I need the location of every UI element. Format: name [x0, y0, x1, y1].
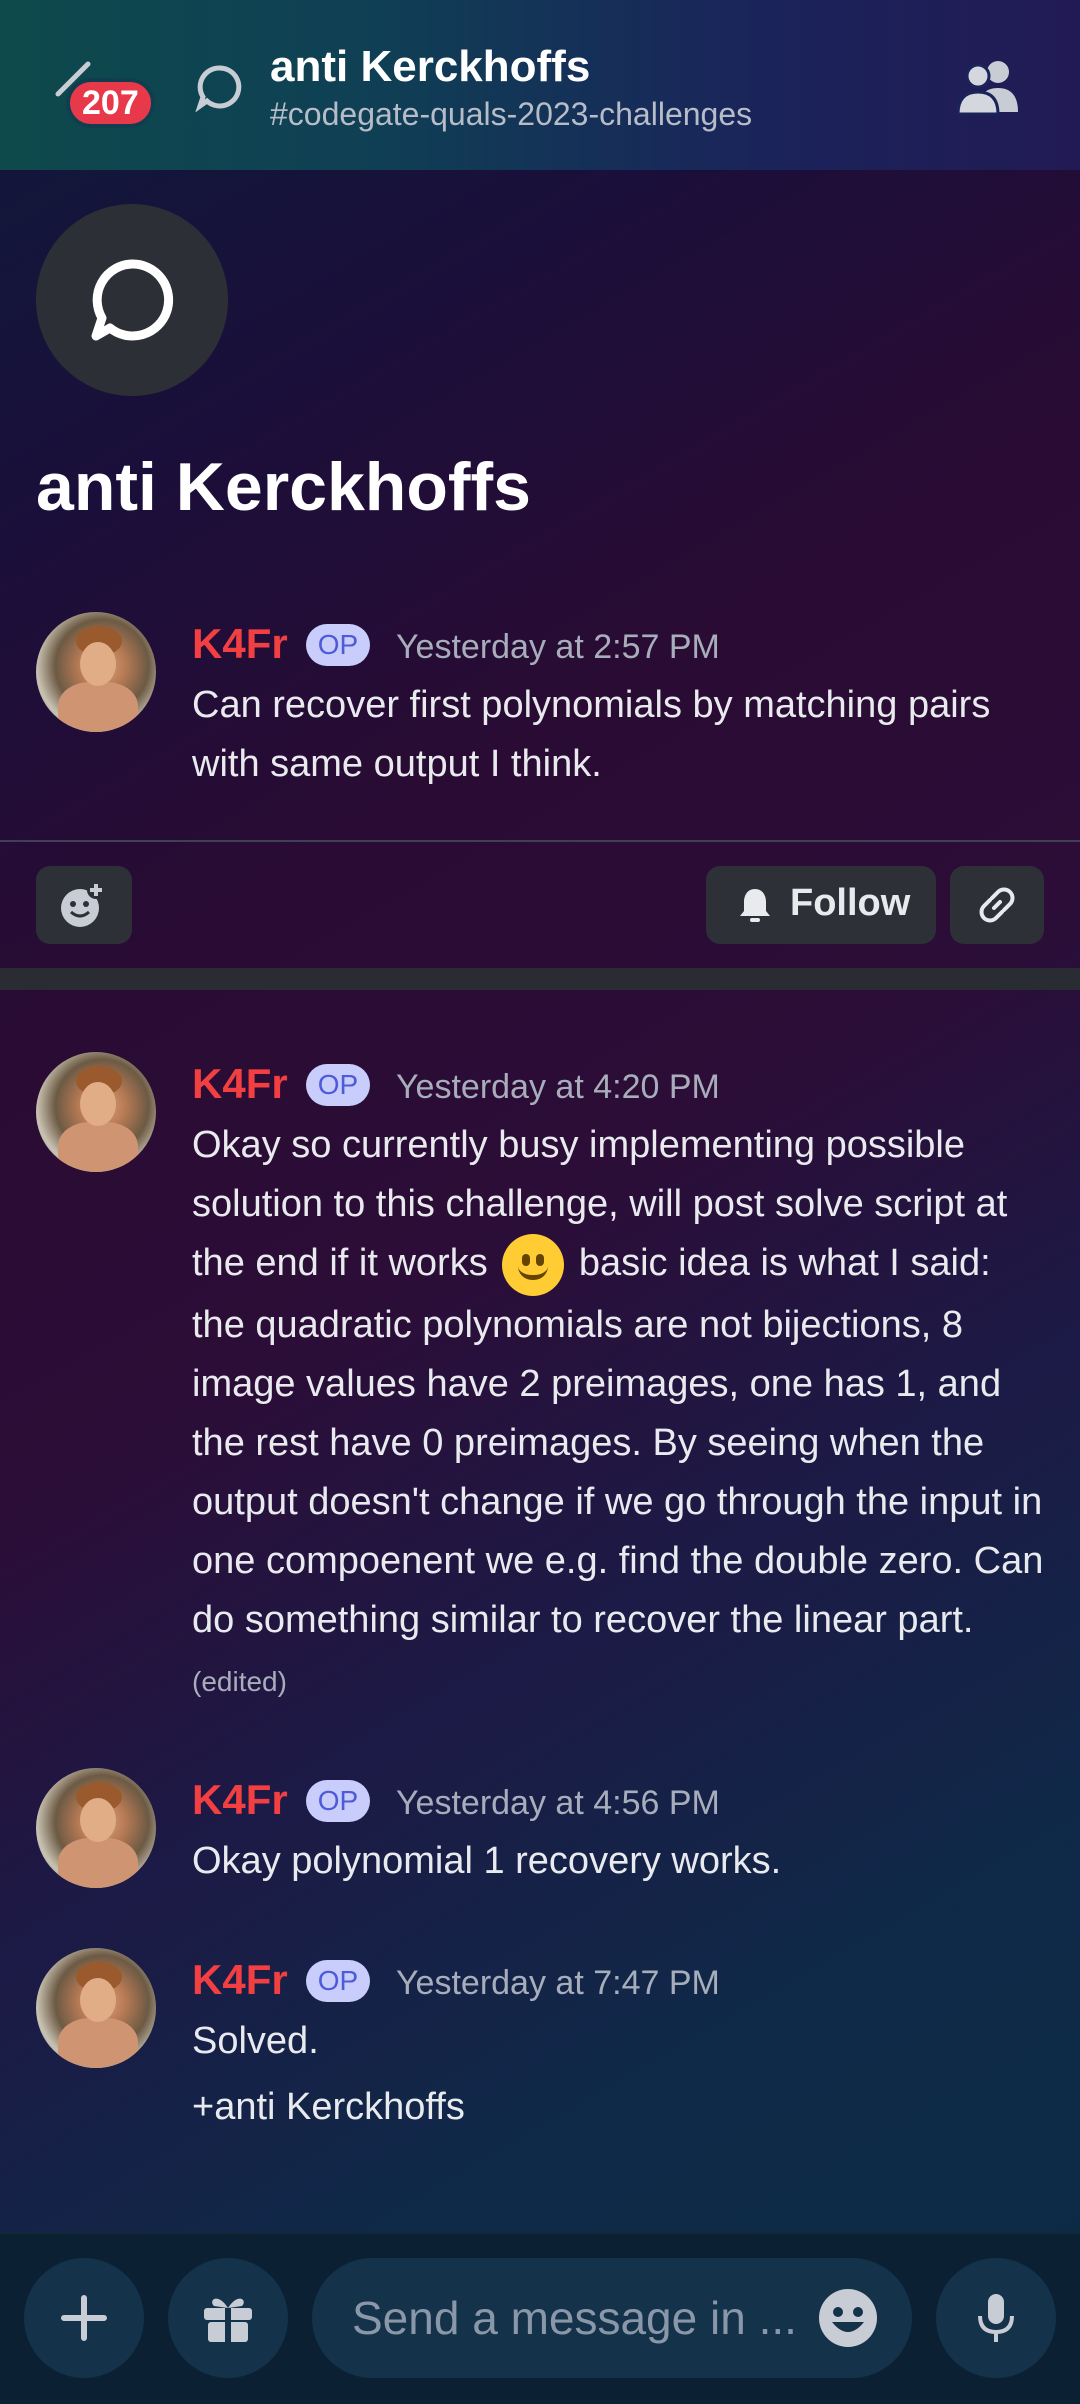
plus-icon — [61, 2295, 107, 2341]
thread-icon — [195, 65, 242, 112]
message-timestamp: Yesterday at 7:47 PM — [396, 1964, 720, 2002]
emoji-picker-icon[interactable] — [816, 2286, 880, 2350]
slightly-smiling-face-emoji — [502, 1234, 565, 1296]
top-bar: 207 anti Kerckhoffs #codegate-quals-2023… — [0, 0, 1080, 170]
message-text: Solved. — [192, 2020, 319, 2062]
voice-message-button[interactable] — [936, 2258, 1056, 2378]
op-tag: OP — [306, 1064, 370, 1106]
channel-name[interactable]: #codegate-quals-2023-challenges — [270, 96, 752, 133]
op-tag: OP — [306, 1780, 370, 1822]
message-text: Okay polynomial 1 recovery works. — [192, 1840, 782, 1882]
message-text-part: basic idea is what I said: the quadratic… — [192, 1242, 1044, 1641]
members-icon[interactable] — [954, 56, 1024, 116]
bell-icon — [740, 889, 770, 922]
author-name[interactable]: K4Fr — [192, 1060, 288, 1108]
op-tag: OP — [306, 1960, 370, 2002]
avatar[interactable] — [36, 1948, 156, 2068]
message-timestamp: Yesterday at 4:20 PM — [396, 1068, 720, 1106]
message-text: Okay so currently busy implementing poss… — [192, 1116, 1052, 1711]
add-attachment-button[interactable] — [24, 2258, 144, 2378]
author-name[interactable]: K4Fr — [192, 1956, 288, 2004]
message-text: Can recover first polynomials by matchin… — [192, 684, 991, 785]
follow-label: Follow — [790, 882, 911, 924]
edited-label: (edited) — [192, 1666, 287, 1697]
thread-bubble-icon — [91, 259, 174, 341]
section-separator — [0, 968, 1080, 990]
avatar[interactable] — [36, 1768, 156, 1888]
gift-icon — [204, 2298, 252, 2342]
thread-title: anti Kerckhoffs — [36, 449, 531, 525]
follow-button[interactable]: Follow — [706, 866, 936, 944]
microphone-icon — [978, 2294, 1014, 2342]
unread-badge: 207 — [66, 78, 155, 128]
message-timestamp: Yesterday at 2:57 PM — [396, 628, 720, 666]
avatar[interactable] — [36, 1052, 156, 1172]
link-icon — [979, 887, 1015, 923]
divider — [0, 840, 1080, 842]
header-title[interactable]: anti Kerckhoffs — [270, 42, 590, 92]
add-reaction-button[interactable] — [36, 866, 132, 944]
op-tag: OP — [306, 624, 370, 666]
add-reaction-icon — [61, 881, 105, 927]
copy-link-button[interactable] — [950, 866, 1044, 944]
message-timestamp: Yesterday at 4:56 PM — [396, 1784, 720, 1822]
author-name[interactable]: K4Fr — [192, 1776, 288, 1824]
author-name[interactable]: K4Fr — [192, 620, 288, 668]
thread-avatar — [36, 204, 228, 396]
system-message-text: +anti Kerckhoffs — [192, 2086, 465, 2128]
gift-button[interactable] — [168, 2258, 288, 2378]
avatar[interactable] — [36, 612, 156, 732]
